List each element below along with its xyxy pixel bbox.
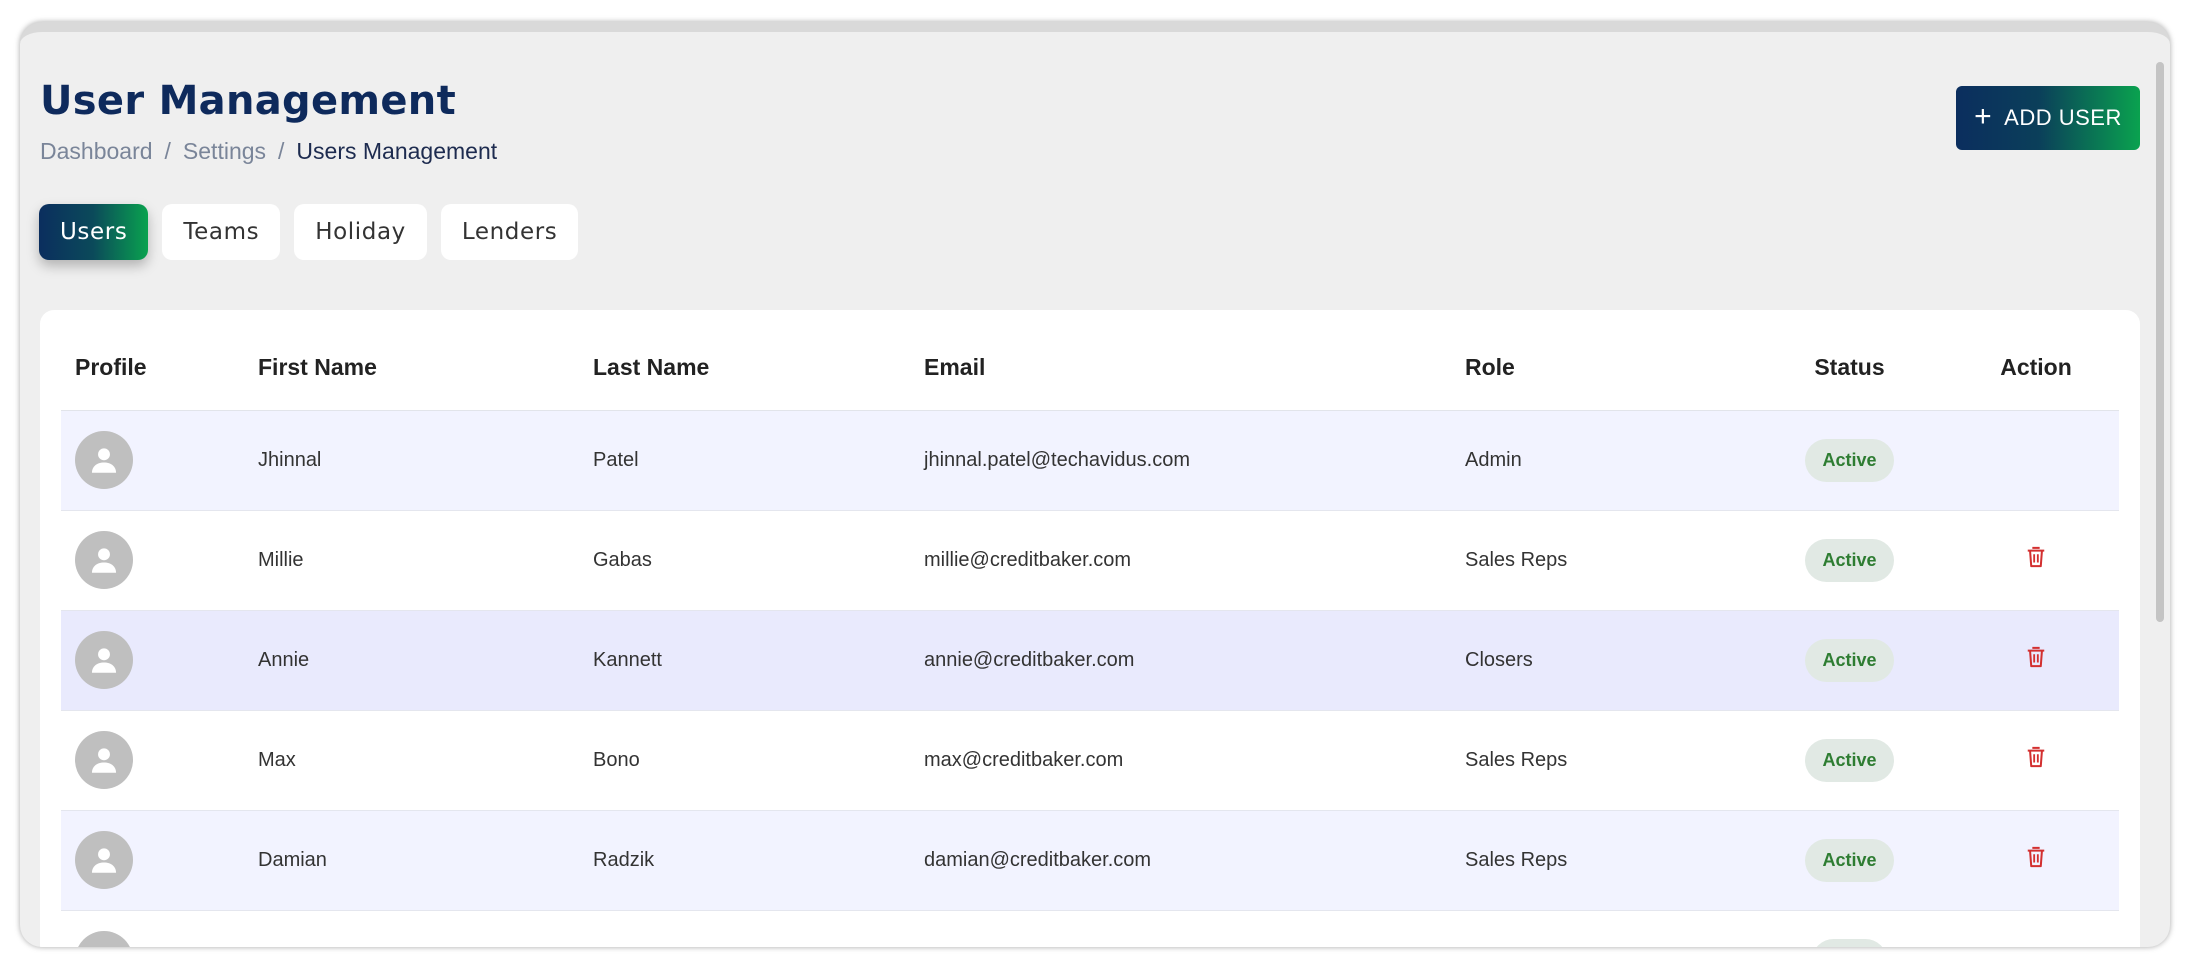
status-badge: Active [1805,738,1894,782]
breadcrumb-settings[interactable]: Settings [183,138,266,165]
last-name-cell: Kannett [579,610,910,711]
role-cell: Closers [1451,610,1746,711]
trash-icon[interactable] [2025,645,2047,675]
avatar-icon [75,631,133,689]
tab-teams[interactable]: Teams [162,204,281,260]
breadcrumb-current: Users Management [296,138,498,164]
status-badge-partial [1812,938,1887,947]
table-row[interactable]: Annie Kannett annie@creditbaker.com Clos… [61,610,2119,711]
table-row[interactable]: Max Bono max@creditbaker.com Sales Reps … [61,710,2119,811]
email-cell: max@creditbaker.com [910,710,1451,811]
status-badge: Active [1805,438,1894,482]
action-cell-empty [1953,410,2119,511]
first-name-cell: Damian [244,810,579,911]
tab-holiday[interactable]: Holiday [294,204,427,260]
column-header-status[interactable]: Status [1746,326,1953,411]
first-name-cell: Annie [244,610,579,711]
table-row[interactable]: Damian Radzik damian@creditbaker.com Sal… [61,810,2119,911]
avatar-icon [75,731,133,789]
trash-icon[interactable] [2025,545,2047,575]
table-row-partial[interactable] [61,910,2119,947]
first-name-cell: Max [244,710,579,811]
status-badge: Active [1805,538,1894,582]
last-name-cell: Radzik [579,810,910,911]
tab-lenders[interactable]: Lenders [440,204,579,260]
add-user-button[interactable]: + ADD USER [1956,86,2140,150]
trash-icon[interactable] [2025,845,2047,875]
tab-bar: Users Teams Holiday Lenders [39,204,579,260]
email-cell: millie@creditbaker.com [910,510,1451,611]
table-row[interactable]: Jhinnal Patel jhinnal.patel@techavidus.c… [61,410,2119,511]
first-name-cell: Millie [244,510,579,611]
avatar-icon [75,431,133,489]
role-cell: Sales Reps [1451,710,1746,811]
status-badge: Active [1805,838,1894,882]
column-header-first-name[interactable]: First Name [244,326,579,411]
email-cell: damian@creditbaker.com [910,810,1451,911]
page-title: User Management [40,78,457,124]
last-name-cell: Bono [579,710,910,811]
last-name-cell: Patel [579,410,910,511]
users-table-card: Profile First Name Last Name Email Role … [40,310,2140,947]
tab-users[interactable]: Users [39,204,149,260]
users-table: Profile First Name Last Name Email Role … [61,326,2119,947]
column-header-role[interactable]: Role [1451,326,1746,411]
avatar-icon [75,531,133,589]
email-cell: annie@creditbaker.com [910,610,1451,711]
scrollbar[interactable] [2156,62,2164,622]
column-header-profile: Profile [61,326,244,411]
breadcrumb-separator: / [164,138,171,164]
table-header-row: Profile First Name Last Name Email Role … [61,326,2119,411]
breadcrumb-dashboard[interactable]: Dashboard [40,138,153,165]
app-window: User Management Dashboard / Settings / U… [20,22,2170,947]
avatar-icon [75,831,133,889]
role-cell: Sales Reps [1451,510,1746,611]
column-header-email[interactable]: Email [910,326,1451,411]
trash-icon[interactable] [2025,745,2047,775]
add-user-label: ADD USER [2004,105,2122,130]
role-cell: Sales Reps [1451,810,1746,911]
column-header-last-name[interactable]: Last Name [579,326,910,411]
column-header-action: Action [1953,326,2119,411]
status-badge: Active [1805,638,1894,682]
breadcrumb: Dashboard / Settings / Users Management [40,138,497,165]
email-cell: jhinnal.patel@techavidus.com [910,410,1451,511]
role-cell: Admin [1451,410,1746,511]
breadcrumb-separator: / [278,138,285,164]
first-name-cell: Jhinnal [244,410,579,511]
last-name-cell: Gabas [579,510,910,611]
avatar-icon [75,931,133,947]
table-row[interactable]: Millie Gabas millie@creditbaker.com Sale… [61,510,2119,611]
plus-icon: + [1974,99,1993,133]
